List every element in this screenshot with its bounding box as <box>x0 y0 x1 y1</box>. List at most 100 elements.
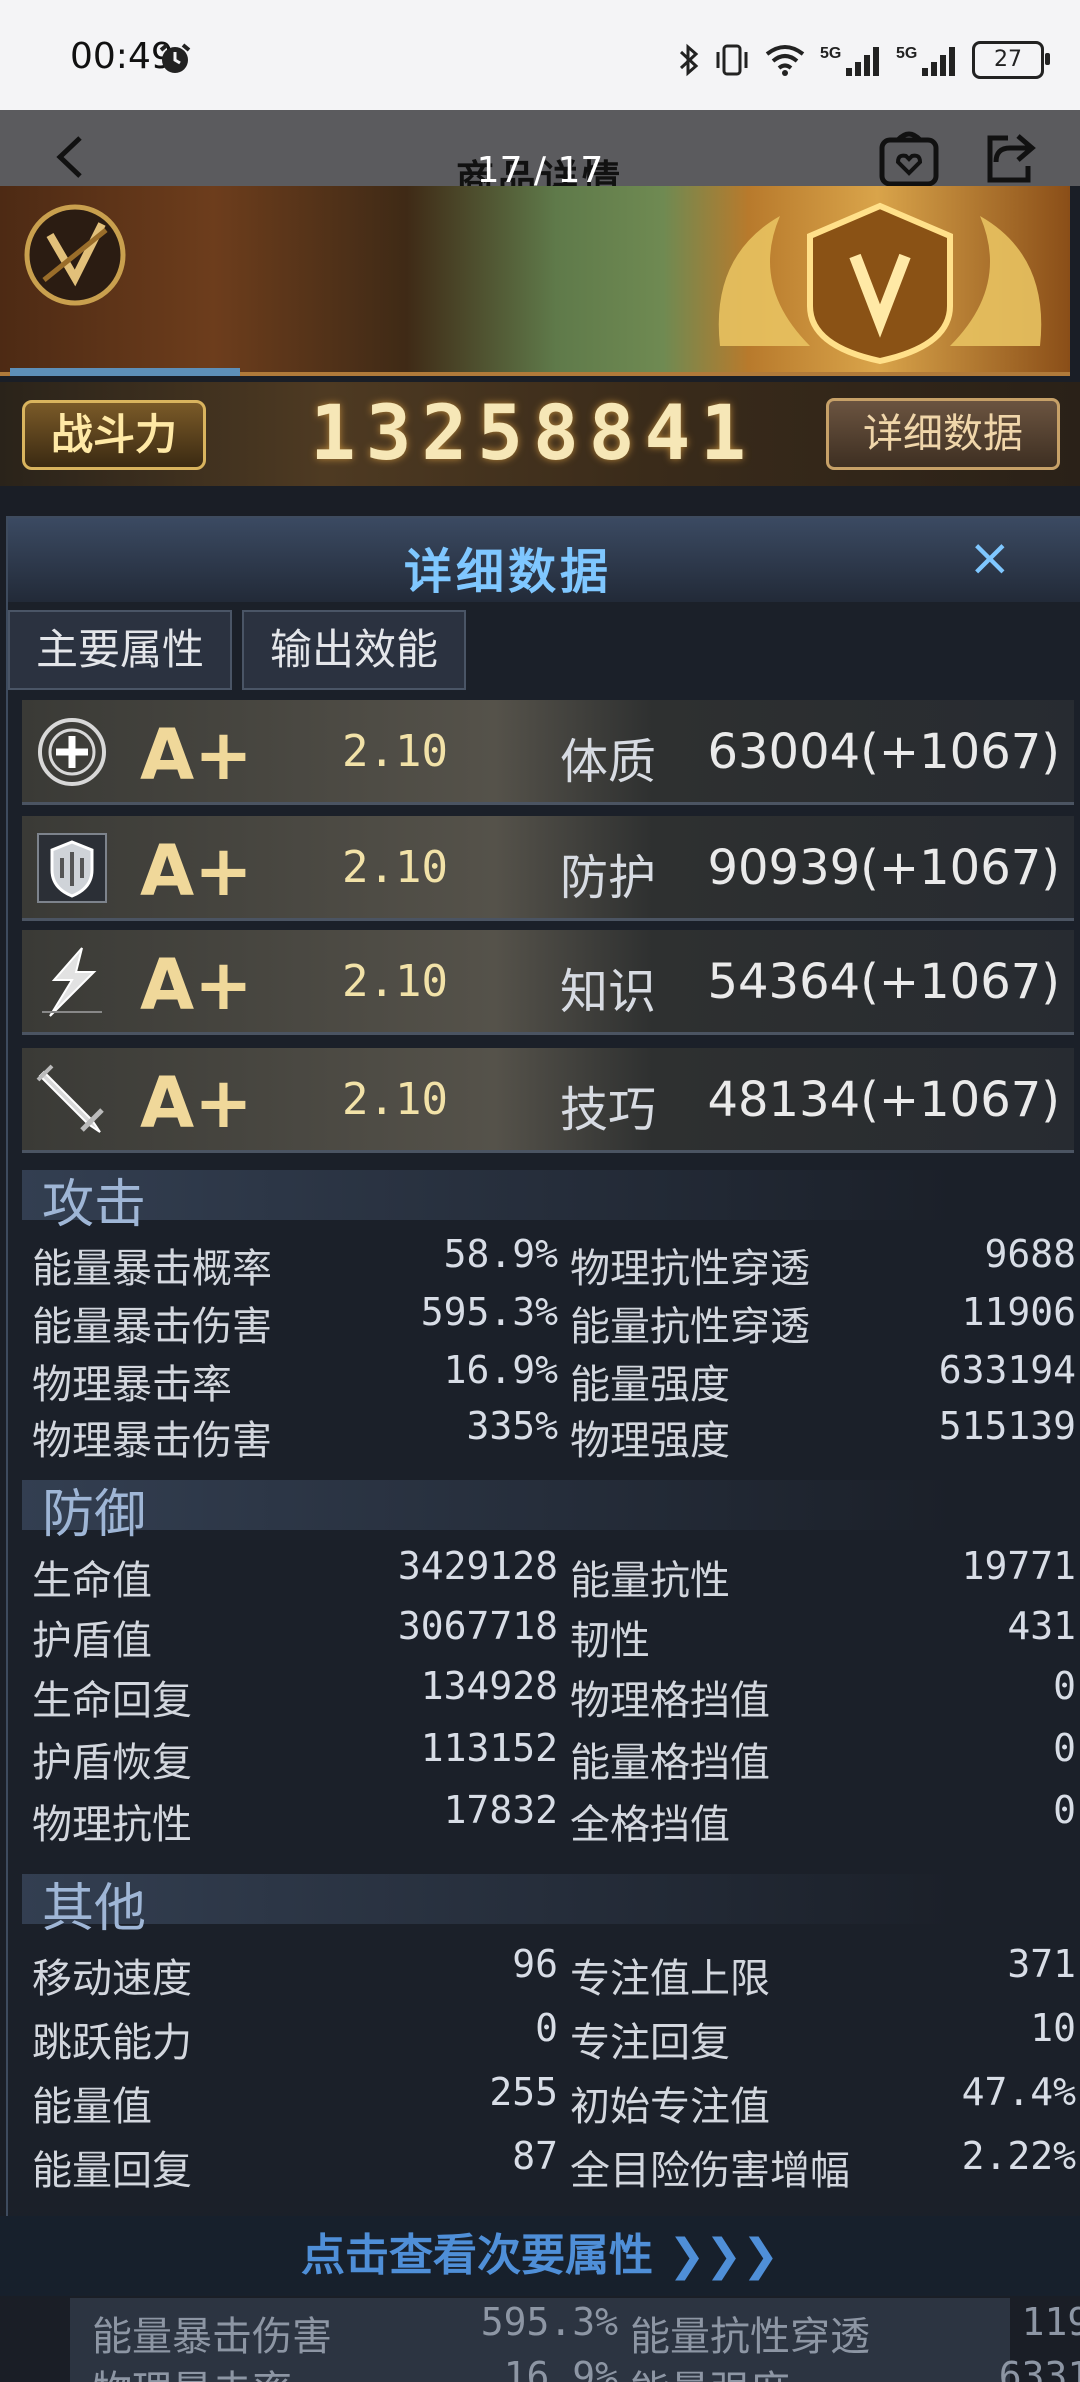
stat-row: 能量值 255 初始专注值 47.4% <box>32 2070 1076 2130</box>
attribute-growth: 2.10 <box>342 956 448 1007</box>
bluetooth-icon <box>679 43 699 77</box>
section-title-defense: 防御 <box>42 1485 147 1545</box>
stat-row: 物理暴击率 16.9% 能量强度 633194 <box>92 2354 1080 2382</box>
stat-label: 能量回复 <box>32 2148 192 2194</box>
lightning-icon <box>42 947 102 1017</box>
stat-label: 能量强度 <box>570 1362 730 1408</box>
stat-value: 0 <box>1053 1788 1076 1832</box>
stat-value: 16.9% <box>503 2354 618 2382</box>
stat-value: 17832 <box>443 1788 558 1832</box>
stat-label: 物理强度 <box>570 1418 730 1464</box>
power-bar: 战斗力 13258841 详细数据 <box>0 382 1080 486</box>
stat-value: 255 <box>489 2070 558 2114</box>
stat-row: 能量暴击伤害 595.3% 能量抗性穿透 11906 <box>92 2300 1080 2360</box>
stat-value: 633194 <box>938 1348 1076 1392</box>
attribute-name: 知识 <box>560 964 657 1020</box>
section-divider <box>22 1874 952 1924</box>
stat-value: 87 <box>512 2134 558 2178</box>
attribute-growth: 2.10 <box>342 1074 448 1125</box>
stat-label: 能量值 <box>32 2084 152 2130</box>
attribute-total: 63004(+1067) <box>707 724 1060 780</box>
stat-row: 护盾值 3067718 韧性 431 <box>32 1604 1076 1664</box>
power-value: 13258841 <box>310 388 757 477</box>
stat-value: 371 <box>1007 1942 1076 1986</box>
attribute-row-knowledge: A+ 2.10 知识 54364(+1067) <box>22 930 1074 1035</box>
stat-row: 护盾恢复 113152 能量格挡值 0 <box>32 1726 1076 1786</box>
stat-label: 韧性 <box>570 1618 650 1664</box>
stat-label: 全格挡值 <box>570 1802 730 1848</box>
stat-value: 0 <box>1053 1664 1076 1708</box>
stat-value: 3429128 <box>397 1544 558 1588</box>
attribute-total: 48134(+1067) <box>707 1072 1060 1128</box>
stat-label: 物理暴击率 <box>32 1362 232 1408</box>
stat-value: 633194 <box>998 2354 1080 2382</box>
panel-header: 详细数据 × <box>8 518 1080 602</box>
stat-row: 能量回复 87 全目险伤害增幅 2.22% <box>32 2134 1076 2194</box>
stat-label: 物理格挡值 <box>570 1678 770 1724</box>
game-screenshot[interactable]: 战斗力 13258841 详细数据 详细数据 × 主要属性 输出效能 A+ 2.… <box>0 186 1080 2382</box>
signal-5g-icon-2: 5G <box>896 45 955 76</box>
banner-progress <box>10 368 240 376</box>
stat-label: 物理抗性穿透 <box>570 1246 810 1292</box>
stat-label: 物理抗性 <box>32 1802 192 1848</box>
attribute-growth: 2.10 <box>342 726 448 777</box>
stat-label: 生命回复 <box>32 1678 192 1724</box>
stat-value: 11906 <box>961 1290 1076 1334</box>
battery-icon: 27 <box>972 41 1050 79</box>
attribute-grade: A+ <box>140 1062 253 1144</box>
stat-row: 物理暴击率 16.9% 能量强度 633194 <box>32 1348 1076 1408</box>
image-counter: 17 / 17 <box>476 150 604 191</box>
rank-banner <box>0 186 1070 376</box>
detail-data-button[interactable]: 详细数据 <box>826 398 1060 470</box>
attribute-name: 体质 <box>560 734 657 790</box>
stat-row: 能量暴击伤害 595.3% 能量抗性穿透 11906 <box>32 1290 1076 1350</box>
signal-5g-icon: 5G <box>820 45 879 76</box>
wifi-icon <box>765 45 805 76</box>
stat-value: 0 <box>535 2006 558 2050</box>
stat-value: 58.9% <box>443 1232 558 1276</box>
stat-label: 初始专注值 <box>570 2084 770 2130</box>
svg-text:5G: 5G <box>820 45 841 62</box>
close-icon[interactable]: × <box>968 532 1012 584</box>
stat-value: 96 <box>512 1942 558 1986</box>
tab-output-efficiency[interactable]: 输出效能 <box>242 610 467 690</box>
stat-value: 335% <box>466 1404 558 1448</box>
attribute-growth: 2.10 <box>342 842 448 893</box>
stat-value: 9688 <box>984 1232 1076 1276</box>
status-bar: 00:49 5G 5G 27 <box>0 0 1080 110</box>
stat-label: 移动速度 <box>32 1956 192 2002</box>
constitution-icon <box>38 718 106 786</box>
stat-row: 能量暴击概率 58.9% 物理抗性穿透 9688 <box>32 1232 1076 1292</box>
stat-label: 能量强度 <box>630 2358 790 2382</box>
attribute-row-defense: A+ 2.10 防护 90939(+1067) <box>22 816 1074 921</box>
stat-row: 物理抗性 17832 全格挡值 0 <box>32 1788 1076 1848</box>
vibrate-icon <box>716 44 748 76</box>
stat-value: 19771 <box>961 1544 1076 1588</box>
attribute-grade: A+ <box>140 830 253 912</box>
stat-label: 物理暴击率 <box>92 2358 292 2382</box>
stat-label: 能量抗性穿透 <box>630 2314 870 2360</box>
stat-label: 护盾恢复 <box>32 1740 192 1786</box>
stat-value: 3067718 <box>397 1604 558 1648</box>
stat-row: 跳跃能力 0 专注回复 10 <box>32 2006 1076 2066</box>
stat-row: 生命回复 134928 物理格挡值 0 <box>32 1664 1076 1724</box>
attribute-name: 防护 <box>560 850 657 906</box>
stat-value: 11906 <box>1021 2300 1080 2344</box>
stat-value: 10 <box>1030 2006 1076 2050</box>
vip-emblem-icon <box>718 202 1042 365</box>
tab-main-attributes[interactable]: 主要属性 <box>8 610 233 690</box>
rank-logo-icon <box>24 204 126 306</box>
stat-label: 跳跃能力 <box>32 2020 192 2066</box>
attribute-grade: A+ <box>140 944 253 1026</box>
secondary-attributes-link[interactable]: 点击查看次要属性 ❯❯❯ <box>0 2216 1080 2296</box>
power-label: 战斗力 <box>22 400 206 470</box>
attribute-name: 技巧 <box>560 1082 657 1138</box>
faded-stat-preview: 能量暴击伤害 595.3% 能量抗性穿透 11906 物理暴击率 16.9% 能… <box>70 2298 1080 2382</box>
stat-label: 能量抗性 <box>570 1558 730 1604</box>
stat-value: 113152 <box>420 1726 558 1770</box>
stat-label: 能量抗性穿透 <box>570 1304 810 1350</box>
stat-label: 能量格挡值 <box>570 1740 770 1786</box>
attribute-grade: A+ <box>140 714 253 796</box>
stat-label: 生命值 <box>32 1558 152 1604</box>
stat-value: 515139 <box>938 1404 1076 1448</box>
